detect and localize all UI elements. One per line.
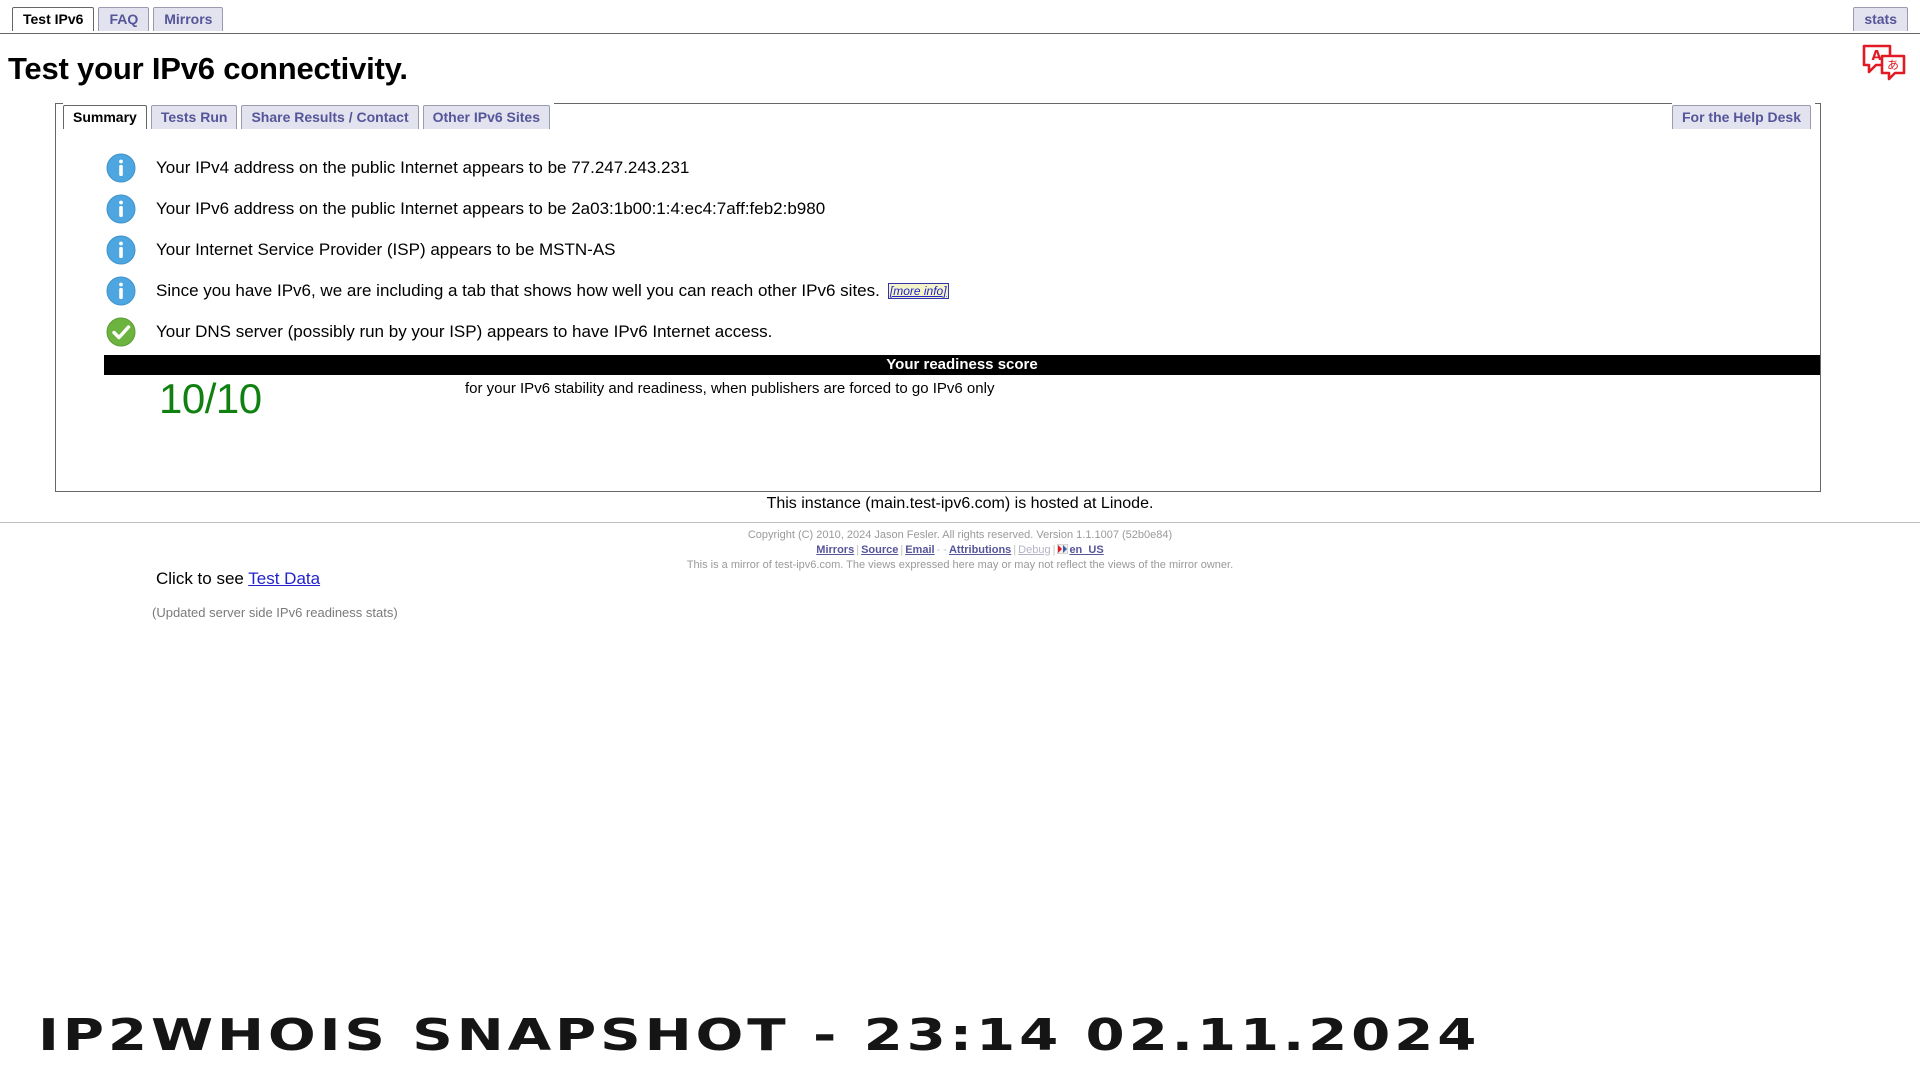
panel-tab-tests-run[interactable]: Tests Run — [150, 105, 238, 129]
info-icon — [106, 235, 136, 265]
footer-link-mirrors[interactable]: Mirrors — [816, 544, 854, 556]
more-info-link[interactable]: [more info] — [887, 282, 949, 299]
footer-dash-text: - - — [936, 544, 947, 556]
panel-tab-right-group: For the Help Desk — [1671, 103, 1821, 129]
panel-tab-left-stub — [55, 103, 63, 129]
nav-tab-mirrors[interactable]: Mirrors — [153, 7, 224, 31]
footer-link-attributions[interactable]: Attributions — [949, 544, 1011, 556]
results-panel: Summary Tests Run Share Results / Contac… — [55, 102, 1821, 620]
result-row: Your IPv4 address on the public Internet… — [56, 147, 1820, 188]
top-nav-right-group: stats — [1853, 7, 1908, 31]
footer-link-source[interactable]: Source — [861, 544, 898, 556]
footer-link-locale[interactable]: en_US — [1069, 544, 1103, 556]
page-title: Test your IPv6 connectivity. — [8, 51, 408, 86]
readiness-score-bar: Your readiness score — [104, 355, 1820, 375]
readiness-score-caption: for your IPv6 stability and readiness, w… — [465, 380, 995, 397]
check-icon — [106, 317, 136, 347]
panel-tab-filler — [554, 103, 1672, 129]
test-data-line: Click to see Test Data — [156, 569, 320, 589]
info-icon — [106, 194, 136, 224]
nav-tab-stats[interactable]: stats — [1853, 7, 1908, 31]
snapshot-watermark: IP2WHOIS SNAPSHOT - 23:14 02.11.2024 — [38, 1010, 1481, 1061]
translate-icon[interactable]: A あ — [1860, 42, 1908, 84]
svg-text:A: A — [1871, 49, 1881, 64]
panel-tab-bar: Summary Tests Run Share Results / Contac… — [55, 102, 1821, 129]
panel-tab-share-results-contact[interactable]: Share Results / Contact — [241, 105, 419, 129]
svg-text:あ: あ — [1887, 58, 1899, 72]
footer-link-email[interactable]: Email — [905, 544, 934, 556]
info-icon — [106, 153, 136, 183]
footer-mirror-note: This is a mirror of test-ipv6.com. The v… — [686, 559, 1234, 571]
result-row: Your DNS server (possibly run by your IS… — [56, 311, 1820, 352]
page-footer: Copyright (C) 2010, 2024 Jason Fesler. A… — [0, 528, 1920, 572]
panel-tab-right-stub — [1815, 103, 1821, 129]
footer-divider — [0, 522, 1920, 523]
footer-link-debug[interactable]: Debug — [1018, 544, 1050, 556]
result-text: Your IPv4 address on the public Internet… — [156, 157, 690, 177]
result-row: Since you have IPv6, we are including a … — [56, 270, 1820, 311]
panel-tab-other-ipv6-sites[interactable]: Other IPv6 Sites — [422, 105, 550, 129]
result-text: Since you have IPv6, we are including a … — [156, 280, 880, 300]
result-row: Your Internet Service Provider (ISP) app… — [56, 229, 1820, 270]
panel-tab-for-the-help-desk[interactable]: For the Help Desk — [1671, 105, 1811, 129]
nav-tab-test-ipv6[interactable]: Test IPv6 — [12, 7, 95, 31]
result-row: Your IPv6 address on the public Internet… — [56, 188, 1820, 229]
nav-tab-faq[interactable]: FAQ — [98, 7, 150, 31]
top-navigation-bar: Test IPv6 FAQ Mirrors stats — [0, 0, 1920, 34]
result-text: Your IPv6 address on the public Internet… — [156, 198, 826, 218]
footer-separator: | — [1052, 544, 1056, 556]
updated-stats-note: (Updated server side IPv6 readiness stat… — [152, 605, 398, 620]
footer-copyright: Copyright (C) 2010, 2024 Jason Fesler. A… — [747, 529, 1173, 541]
readiness-score-value: 10/10 — [159, 375, 262, 422]
top-nav-tab-group: Test IPv6 FAQ Mirrors — [12, 7, 227, 31]
result-text: Your DNS server (possibly run by your IS… — [156, 321, 773, 341]
footer-link-row: Mirrors | Source | Email - - Attributions | Debu… — [0, 543, 1920, 557]
panel-tab-summary[interactable]: Summary — [63, 105, 147, 129]
result-list: Your IPv4 address on the public Internet… — [56, 129, 1820, 352]
panel-body: Your IPv4 address on the public Internet… — [55, 129, 1821, 620]
info-icon — [106, 276, 136, 306]
hosting-instance-line: This instance (main.test-ipv6.com) is ho… — [766, 495, 1154, 512]
result-text: Your Internet Service Provider (ISP) app… — [156, 239, 616, 259]
flag-icon — [1056, 543, 1069, 555]
